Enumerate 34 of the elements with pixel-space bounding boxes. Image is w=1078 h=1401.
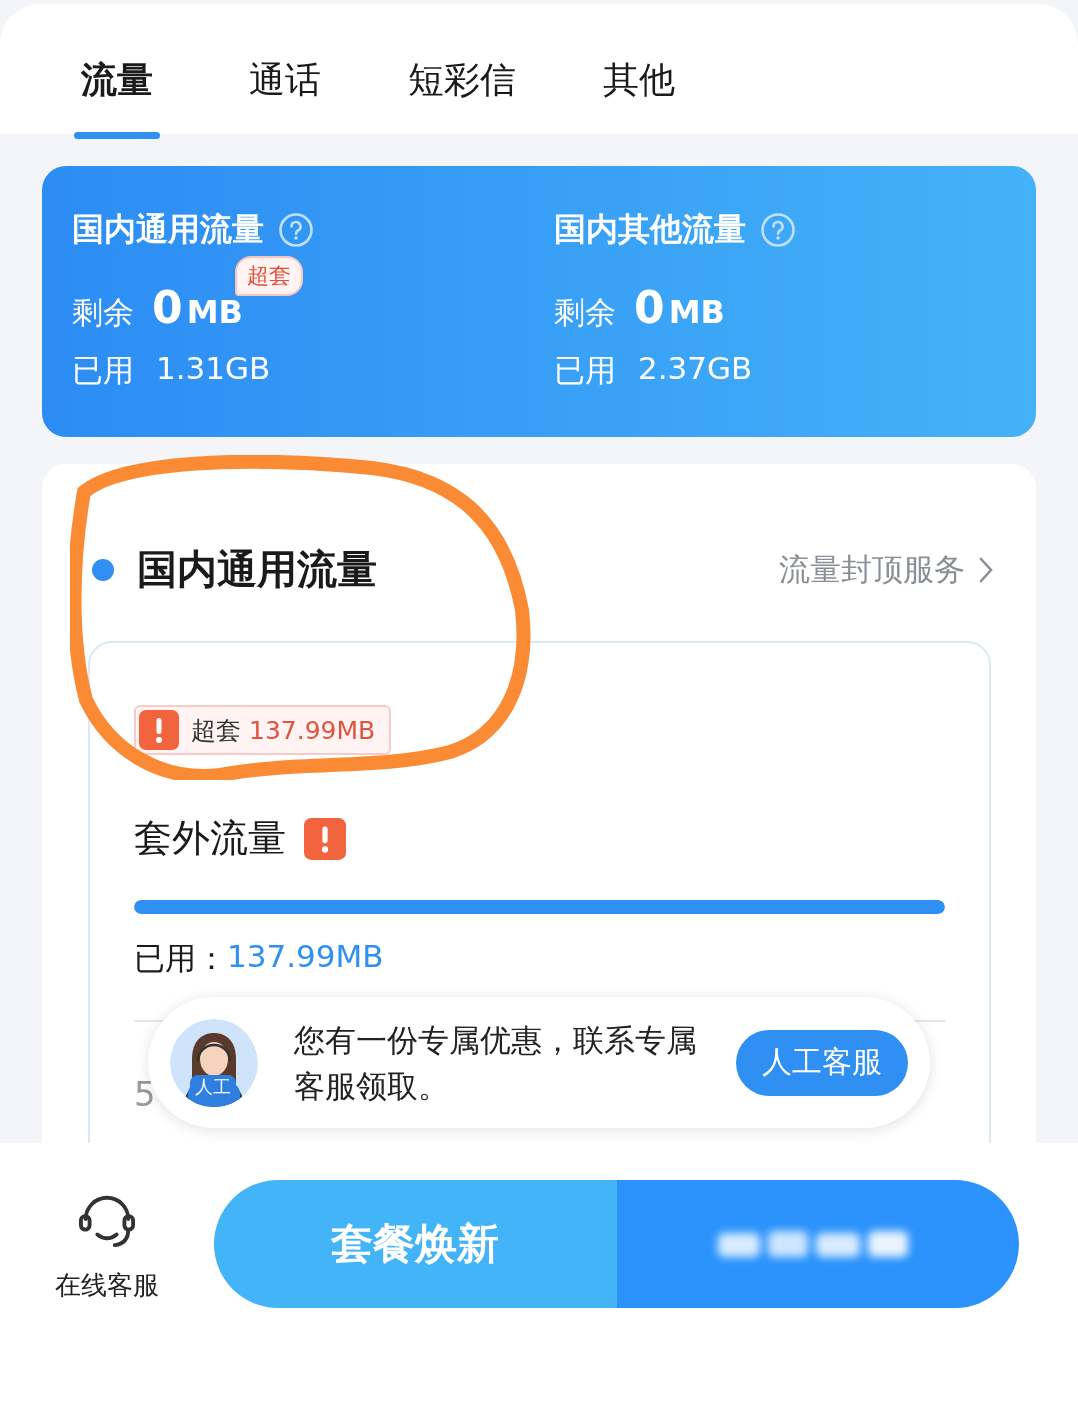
remaining-value: 0 <box>634 282 665 333</box>
item-title: 套外流量 <box>134 815 286 862</box>
remaining-label: 剩余 <box>554 293 616 332</box>
tab[interactable]: 短彩信 <box>408 56 516 139</box>
remaining-unit: MB <box>186 293 243 331</box>
item-value: 5 <box>134 1074 156 1114</box>
used-label: 已用 <box>72 351 134 390</box>
warning-icon <box>139 710 179 750</box>
overage-badge: 超套 <box>235 256 303 296</box>
summary-title: 国内其他流量 <box>554 209 746 250</box>
help-icon[interactable] <box>760 212 796 248</box>
blurred-button[interactable] <box>616 1180 1019 1308</box>
online-service-button[interactable]: 在线客服 <box>0 1180 214 1401</box>
overage-label: 超套 <box>191 714 241 747</box>
used-value: 137.99MB <box>227 938 384 976</box>
overage-value: 137.99MB <box>249 715 376 745</box>
used-value: 1.31GB <box>156 350 271 388</box>
warning-icon <box>304 817 346 860</box>
tab[interactable]: 流量 <box>72 56 162 139</box>
tab[interactable]: 其他 <box>594 56 684 139</box>
remaining-unit: MB <box>668 293 725 331</box>
summary-title: 国内通用流量 <box>72 209 264 250</box>
help-icon[interactable] <box>278 212 314 248</box>
promo-message: 您有一份专属优惠，联系专属客服领取。 <box>294 1020 698 1106</box>
remaining-label: 剩余 <box>72 293 134 332</box>
section-title: 国内通用流量 <box>137 545 378 594</box>
remaining-value: 0 <box>152 282 183 333</box>
avatar-label: 人工 <box>190 1075 236 1099</box>
used-value: 2.37GB <box>638 350 753 388</box>
used-label: 已用： <box>134 939 227 978</box>
tab[interactable]: 通话 <box>240 56 330 139</box>
chevron-icon <box>979 556 993 583</box>
bullet-dot <box>92 558 114 581</box>
used-label: 已用 <box>554 351 616 390</box>
